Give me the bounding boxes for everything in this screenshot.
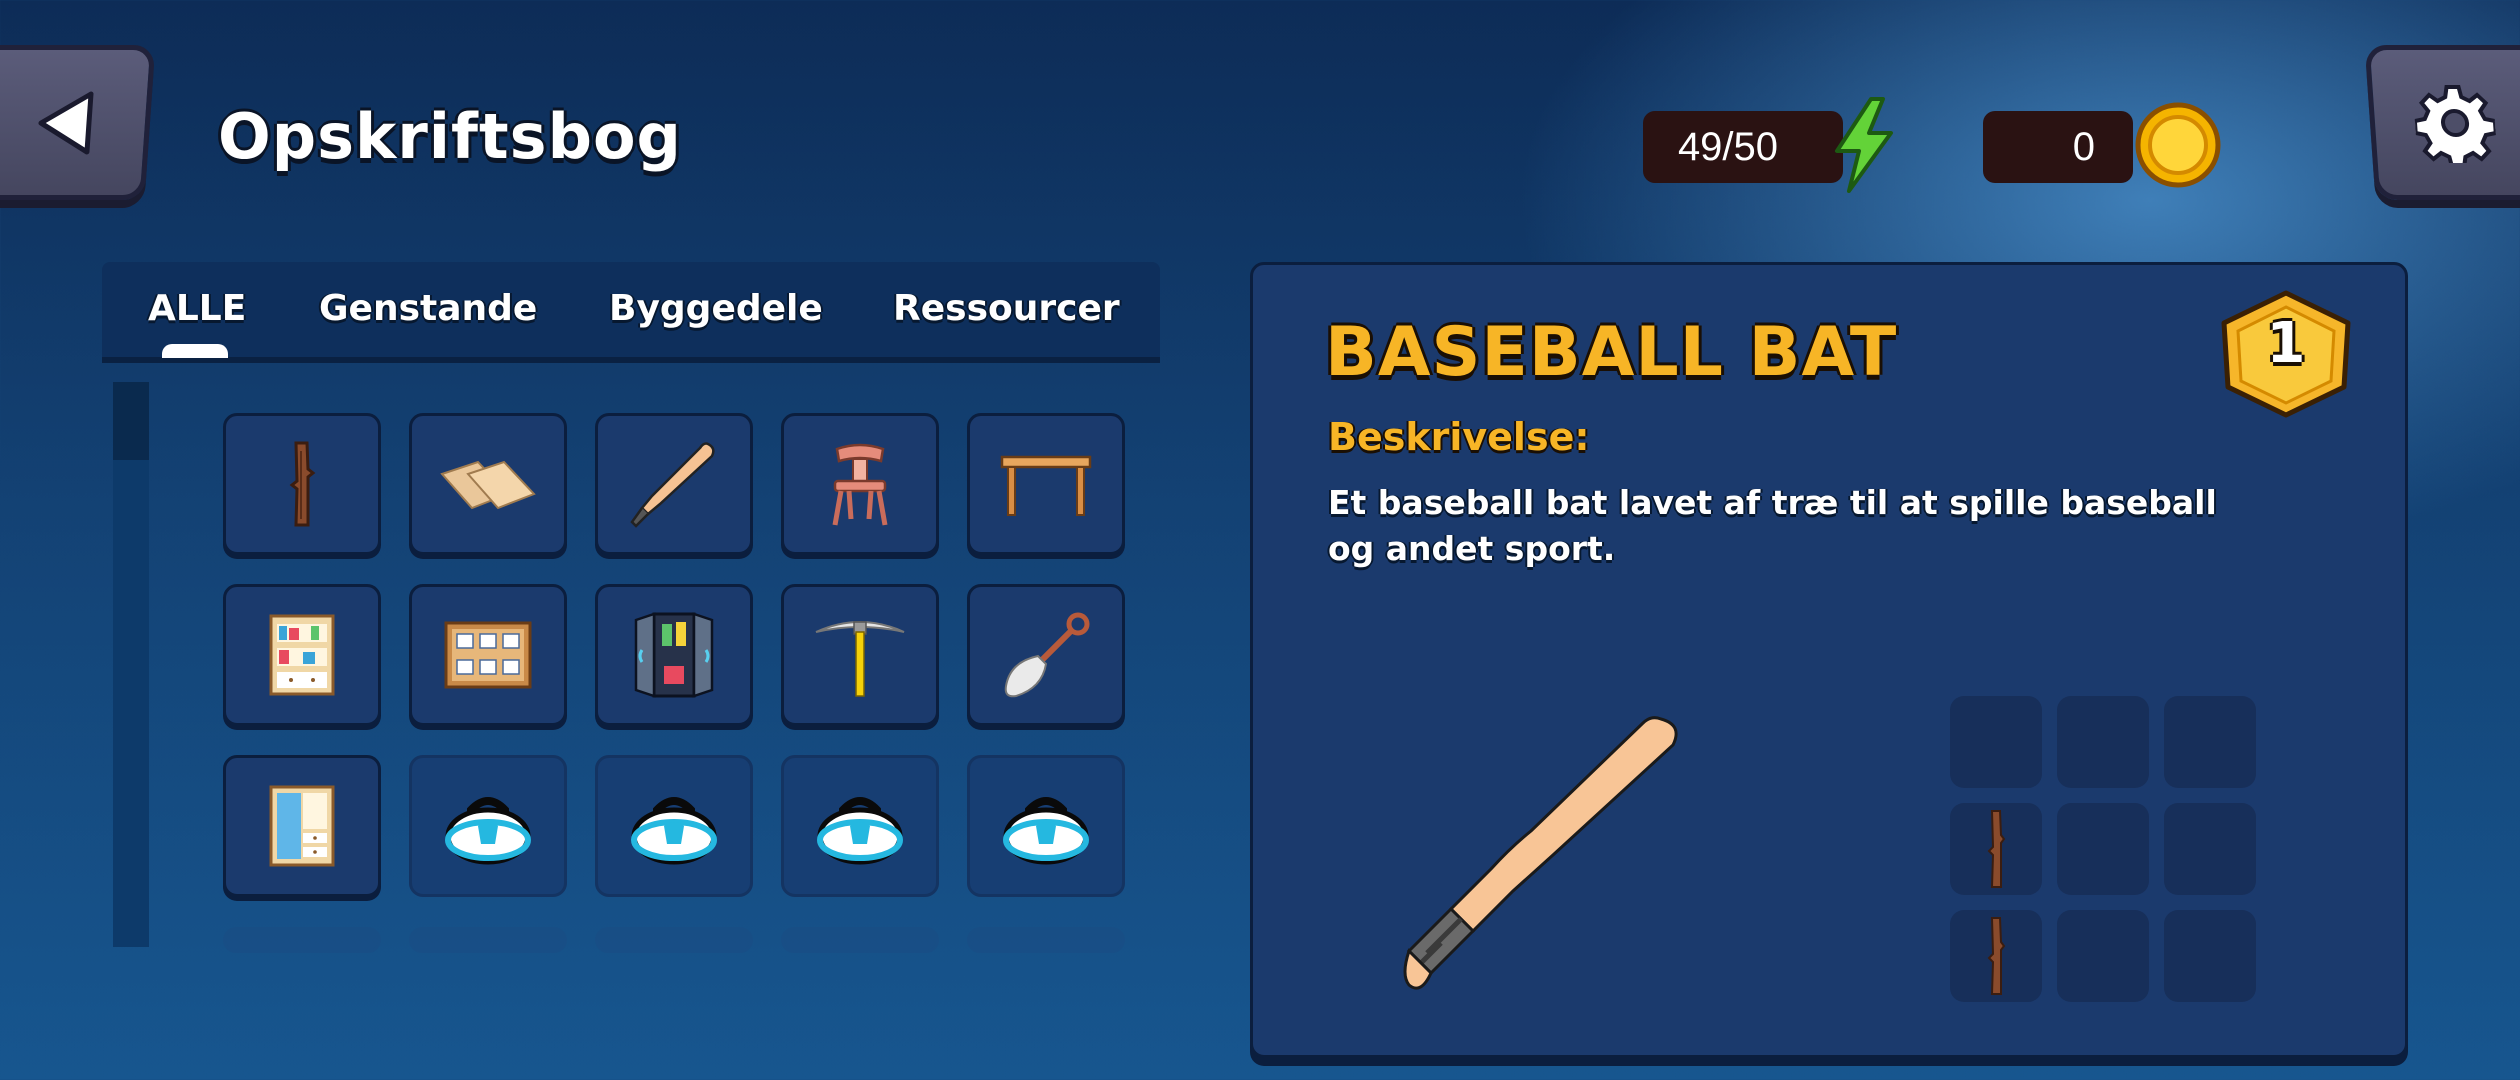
recipe-slot-chair[interactable]: [781, 413, 939, 555]
recipe-slot-shovel[interactable]: [967, 584, 1125, 726]
coin-counter: 0: [1983, 111, 2133, 183]
recipe-ingredient-slot: [2057, 803, 2149, 895]
item-detail-panel: BASEBALL BAT 1 Beskrivelse: Et baseball …: [1250, 262, 2408, 1058]
recipe-ingredient-slot: [2057, 696, 2149, 788]
recipe-slot-partial: [595, 927, 753, 953]
recipe-slot-partial: [223, 927, 381, 953]
recipe-slot-locked[interactable]: [409, 755, 567, 897]
category-tabs: ALLE Genstande Byggedele Ressourcer: [102, 262, 1160, 358]
lock-icon: [817, 797, 903, 865]
recipe-slot-planks[interactable]: [409, 413, 567, 555]
pickaxe-icon: [815, 621, 905, 697]
baseball-bat-icon: [630, 442, 715, 528]
back-arrow-icon: [38, 91, 94, 154]
planks-icon: [440, 460, 536, 510]
recipe-slot-bookshelf[interactable]: [223, 584, 381, 726]
log-icon: [289, 441, 316, 527]
gear-icon: [2412, 84, 2498, 163]
lightning-bolt-icon: [1835, 97, 1893, 193]
cork-board-icon: [444, 621, 532, 689]
recipe-slot-partial: [967, 927, 1125, 953]
description-text: Et baseball bat lavet af træ til at spil…: [1328, 483, 2217, 568]
wardrobe-icon: [269, 785, 335, 867]
recipe-slot-partial: [781, 927, 939, 953]
recipe-slot-table[interactable]: [967, 413, 1125, 555]
coin-icon: [2135, 102, 2221, 188]
baseball-bat-icon: [1403, 716, 1678, 990]
recipe-slot-baseball-bat[interactable]: [595, 413, 753, 555]
recipe-slot-log[interactable]: [223, 413, 381, 555]
description-label: Beskrivelse:: [1328, 415, 1590, 459]
recipe-list-scrollbar[interactable]: [113, 382, 149, 947]
item-name: BASEBALL BAT: [1325, 313, 1898, 392]
energy-counter: 49/50: [1643, 111, 1843, 183]
page-title: Opskriftsbog: [218, 100, 682, 173]
active-tab-indicator: [162, 344, 228, 358]
recipe-slot-locked[interactable]: [781, 755, 939, 897]
log-icon: [1987, 917, 2006, 995]
lock-icon: [445, 797, 531, 865]
chair-icon: [832, 443, 888, 526]
locker-icon: [634, 612, 714, 698]
bookshelf-icon: [269, 614, 335, 696]
recipe-slot-locked[interactable]: [595, 755, 753, 897]
recipe-ingredient-slot: [2164, 803, 2256, 895]
table-icon: [1000, 455, 1092, 516]
energy-value: 49/50: [1677, 124, 1779, 169]
recipe-ingredient-slot: [1950, 696, 2042, 788]
recipe-ingredient-slot: [2164, 696, 2256, 788]
lock-icon: [631, 797, 717, 865]
coin-value: 0: [2072, 124, 2095, 169]
tab-alle[interactable]: ALLE: [148, 288, 246, 329]
settings-button[interactable]: [2364, 45, 2520, 200]
recipe-ingredient-slot: [2057, 910, 2149, 1002]
recipe-ingredient-slot: [1950, 910, 2042, 1002]
recipe-ingredient-slot: [2164, 910, 2256, 1002]
shovel-icon: [1004, 612, 1090, 698]
recipe-slot-cork-board[interactable]: [409, 584, 567, 726]
tab-ressourcer[interactable]: Ressourcer: [893, 288, 1120, 329]
log-icon: [1987, 810, 2006, 888]
recipe-slot-locked[interactable]: [967, 755, 1125, 897]
scrollbar-thumb[interactable]: [113, 382, 149, 460]
tab-byggedele[interactable]: Byggedele: [609, 288, 823, 329]
recipe-slot-partial: [409, 927, 567, 953]
recipe-slot-wardrobe[interactable]: [223, 755, 381, 897]
recipe-ingredient-slot: [1950, 803, 2042, 895]
recipe-slot-pickaxe[interactable]: [781, 584, 939, 726]
lock-icon: [1003, 797, 1089, 865]
recipe-slot-locker[interactable]: [595, 584, 753, 726]
tab-genstande[interactable]: Genstande: [319, 288, 537, 329]
level-number: 1: [2266, 311, 2306, 376]
back-button[interactable]: [0, 45, 156, 200]
